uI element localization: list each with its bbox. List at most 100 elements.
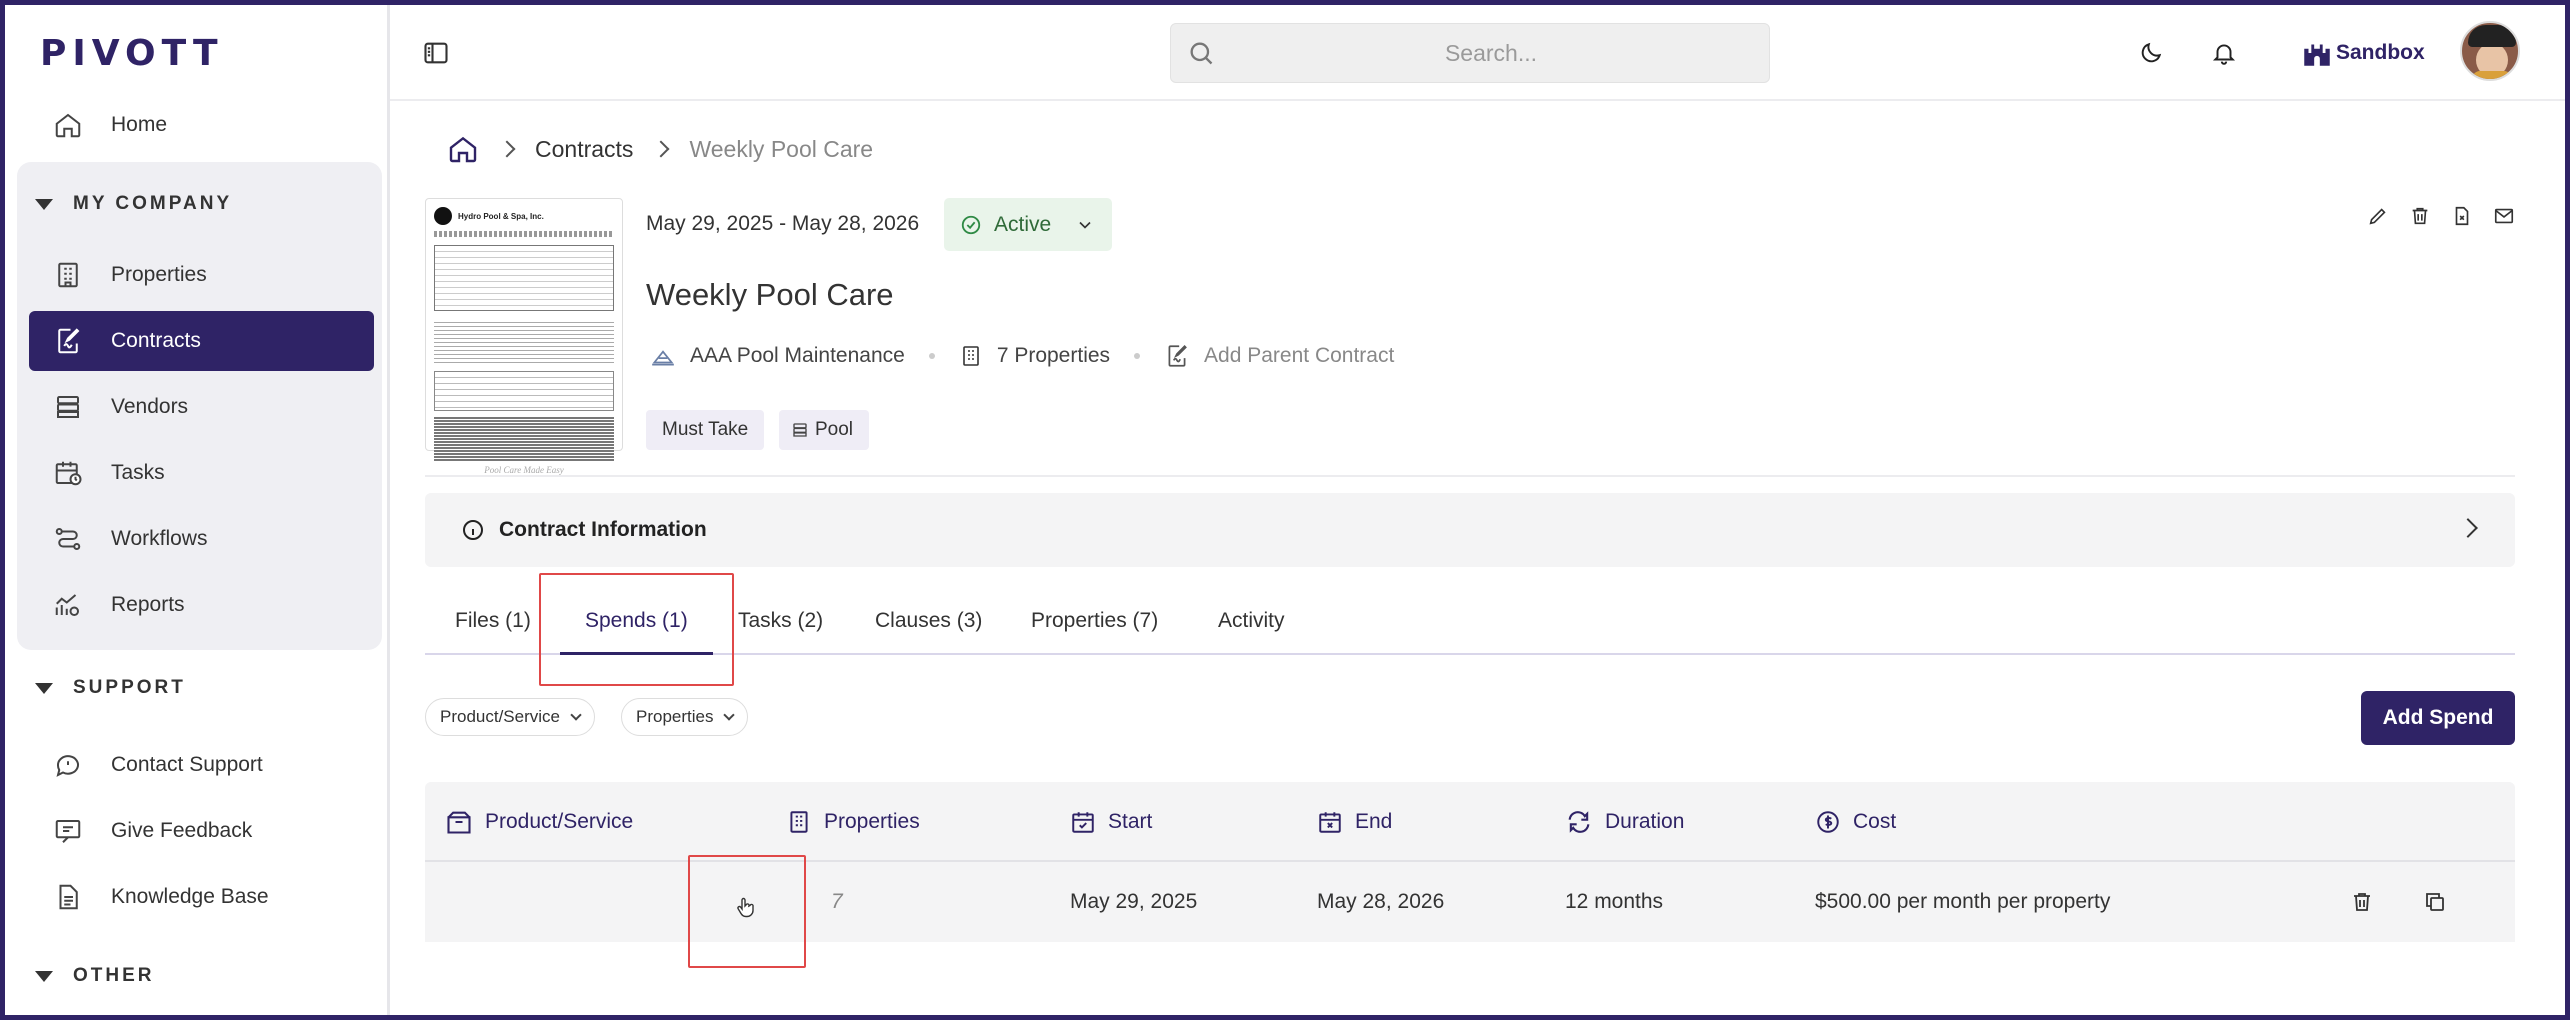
sidebar-item-vendors[interactable]: Vendors — [29, 377, 374, 437]
file-export-icon[interactable] — [2451, 205, 2473, 227]
feedback-icon — [55, 820, 81, 843]
notifications-button[interactable] — [2208, 37, 2240, 69]
calendar-clock-icon — [55, 461, 82, 486]
sidebar-toggle-button[interactable] — [420, 37, 452, 69]
contract-actions — [2367, 205, 2515, 227]
search-input[interactable] — [1231, 24, 1751, 82]
bell-icon — [2212, 44, 2236, 65]
section-my-company[interactable]: MY COMPANY — [35, 193, 232, 215]
chevron-down-icon — [1079, 221, 1091, 229]
home-icon[interactable] — [447, 133, 479, 165]
contract-document-thumbnail[interactable]: Hydro Pool & Spa, Inc. Pool Care Made Ea… — [425, 198, 623, 475]
contract-title: Weekly Pool Care — [646, 277, 894, 312]
cell-duration: 12 months — [1565, 890, 1664, 913]
delete-row-button[interactable] — [2350, 862, 2374, 942]
chevron-right-icon — [2458, 518, 2478, 538]
sidebar-item-properties[interactable]: Properties — [29, 245, 374, 305]
filter-product-service[interactable]: Product/Service — [425, 698, 595, 736]
avatar[interactable] — [2460, 21, 2520, 81]
vendor-icon — [57, 396, 79, 418]
breadcrumb-contracts[interactable]: Contracts — [535, 136, 633, 163]
sidebar-item-label: Reports — [111, 593, 185, 616]
tag-must-take[interactable]: Must Take — [646, 410, 765, 450]
tab-activity[interactable]: Activity — [1218, 609, 1285, 633]
tab-bar: Files (1) Spends (1) Tasks (2) Clauses (… — [425, 589, 2515, 655]
contract-date-range: May 29, 2025 - May 28, 2026 — [646, 212, 920, 235]
reports-icon — [55, 594, 79, 616]
search-box — [1170, 23, 1770, 83]
duplicate-row-button[interactable] — [2423, 862, 2447, 942]
contract-information-panel[interactable]: Contract Information — [425, 493, 2515, 567]
sidebar-toggle-icon — [424, 42, 448, 64]
column-duration[interactable]: Duration — [1565, 782, 1684, 862]
sidebar-item-contact-support[interactable]: Contact Support — [29, 735, 374, 795]
divider — [425, 475, 2515, 477]
column-properties[interactable]: Properties — [786, 782, 920, 862]
sidebar-item-label: Give Feedback — [111, 819, 253, 842]
castle-icon — [2304, 44, 2330, 66]
vendor-link[interactable]: AAA Pool Maintenance — [690, 344, 905, 368]
info-icon — [463, 520, 483, 540]
cell-start: May 29, 2025 — [1070, 890, 1198, 913]
tab-properties[interactable]: Properties (7) — [1031, 609, 1158, 633]
sidebar-item-reports[interactable]: Reports — [29, 575, 374, 635]
sandbox-button[interactable]: Sandbox — [2300, 35, 2425, 71]
tab-tasks[interactable]: Tasks (2) — [738, 609, 823, 633]
tab-clauses[interactable]: Clauses (3) — [875, 609, 982, 633]
moon-icon — [2141, 42, 2162, 63]
trash-icon — [2354, 893, 2370, 911]
add-parent-contract-link[interactable]: Add Parent Contract — [1204, 344, 1394, 368]
breadcrumb-current: Weekly Pool Care — [689, 135, 874, 162]
sidebar-item-contracts[interactable]: Contracts — [29, 311, 374, 371]
building-icon — [963, 346, 979, 366]
column-product-service[interactable]: Product/Service — [445, 782, 633, 862]
sidebar-item-home[interactable]: Home — [29, 95, 374, 155]
repeat-icon — [1568, 811, 1590, 833]
cell-end: May 28, 2026 — [1317, 890, 1445, 913]
section-support[interactable]: SUPPORT — [35, 677, 186, 699]
mail-icon[interactable] — [2493, 205, 2515, 227]
breadcrumb: Contracts Weekly Pool Care — [447, 133, 873, 165]
sidebar-item-label: Properties — [111, 263, 207, 286]
vendor-icon — [793, 423, 807, 437]
building-icon — [790, 811, 808, 833]
properties-link[interactable]: 7 Properties — [997, 344, 1110, 368]
contract-meta: AAA Pool Maintenance 7 Properties Add Pa… — [650, 343, 1394, 369]
theme-toggle-button[interactable] — [2135, 37, 2167, 69]
status-label: Active — [994, 212, 1052, 236]
filter-properties[interactable]: Properties — [621, 698, 749, 736]
vendor-logo-icon — [652, 350, 674, 366]
status-dropdown[interactable]: Active — [944, 198, 1112, 251]
caret-down-icon — [35, 970, 53, 982]
calendar-x-icon — [1319, 812, 1341, 833]
check-circle-icon — [961, 215, 981, 234]
copy-icon — [2426, 893, 2444, 911]
tab-files[interactable]: Files (1) — [455, 609, 531, 633]
sidebar-item-label: Vendors — [111, 395, 189, 418]
column-end[interactable]: End — [1317, 782, 1392, 862]
sidebar-item-give-feedback[interactable]: Give Feedback — [29, 801, 374, 861]
dollar-circle-icon — [1817, 811, 1839, 833]
trash-icon[interactable] — [2409, 205, 2431, 227]
caret-down-icon — [35, 682, 53, 694]
section-other[interactable]: OTHER — [35, 965, 155, 987]
box-icon — [447, 811, 471, 834]
app-logo[interactable]: PIVOTT — [40, 33, 224, 74]
calendar-check-icon — [1072, 812, 1094, 833]
chat-icon — [56, 755, 79, 777]
workflow-icon — [55, 528, 81, 550]
sidebar-item-label: Workflows — [111, 527, 208, 550]
sidebar-item-label: Home — [111, 113, 168, 136]
highlight-box-cell — [688, 855, 806, 968]
sidebar-item-workflows[interactable]: Workflows — [29, 509, 374, 569]
add-spend-button[interactable]: Add Spend — [2361, 691, 2515, 745]
cell-properties[interactable]: 7 — [831, 862, 843, 942]
sidebar-item-tasks[interactable]: Tasks — [29, 443, 374, 503]
column-cost[interactable]: Cost — [1815, 782, 1896, 862]
chevron-down-icon — [570, 709, 582, 721]
tag-pool[interactable]: Pool — [779, 410, 870, 450]
sidebar-item-knowledge-base[interactable]: Knowledge Base — [29, 867, 374, 927]
sidebar-item-label: Tasks — [111, 461, 165, 484]
column-start[interactable]: Start — [1070, 782, 1152, 862]
edit-icon[interactable] — [2367, 205, 2389, 227]
